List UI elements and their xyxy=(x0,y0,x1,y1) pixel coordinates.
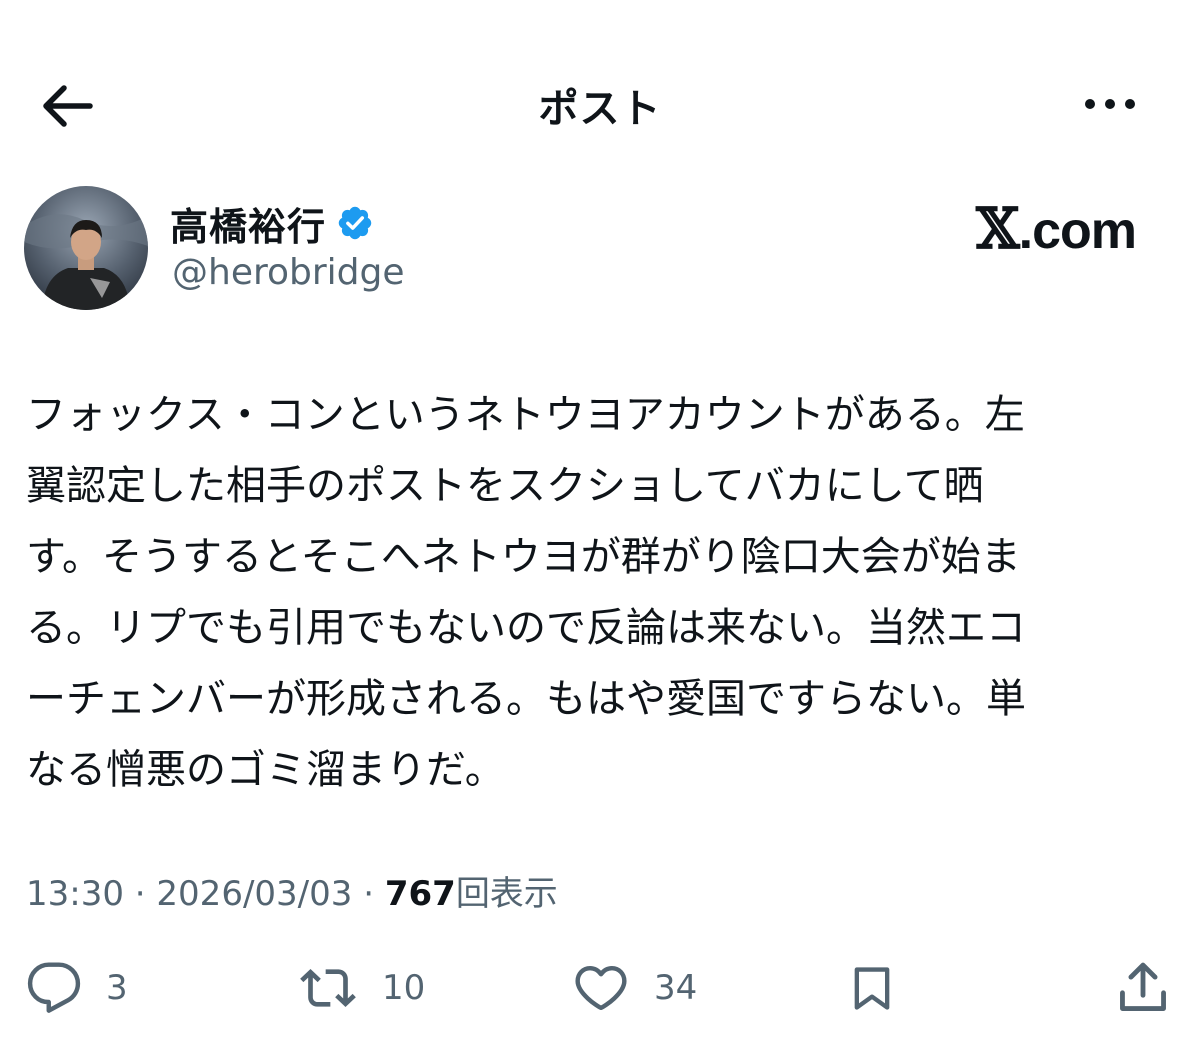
like-button[interactable]: 34 xyxy=(572,958,697,1018)
views-label: 回表示 xyxy=(455,874,558,914)
bookmark-button[interactable] xyxy=(846,958,898,1018)
views-count: 767 xyxy=(384,874,456,914)
more-button[interactable] xyxy=(1082,92,1142,116)
bookmark-icon xyxy=(854,967,890,1010)
post-text-line: なる憎悪のゴミ溜まりだ。 xyxy=(26,747,505,793)
author-name-row: 高橋裕行 xyxy=(170,196,374,251)
post-text: フォックス・コンというネトウヨアカウントがある。左 翼認定した相手のポストをスク… xyxy=(26,380,1166,806)
meta-separator: · xyxy=(363,874,375,914)
share-button[interactable] xyxy=(1114,958,1172,1018)
action-bar: 3 10 34 xyxy=(0,950,1200,1030)
top-bar: ポスト xyxy=(0,0,1200,200)
post-meta: 13:30 · 2026/03/03 · 767回表示 xyxy=(26,866,558,915)
verified-badge-icon xyxy=(336,204,374,242)
post-text-line: フォックス・コンというネトウヨアカウントがある。左 xyxy=(26,392,1025,438)
x-logo-icon: 𝕏 xyxy=(976,196,1019,262)
post-date[interactable]: 2026/03/03 xyxy=(156,874,352,914)
reply-button[interactable]: 3 xyxy=(26,958,128,1018)
reply-count: 3 xyxy=(106,968,128,1008)
like-count: 34 xyxy=(654,968,698,1008)
repost-icon xyxy=(300,969,356,1007)
brand-domain: .com xyxy=(1018,202,1137,260)
post-text-line: す。そうするとそこへネトウヨが群がり陰口大会が始ま xyxy=(26,534,1021,580)
author-name[interactable]: 高橋裕行 xyxy=(170,196,326,251)
repost-button[interactable]: 10 xyxy=(298,958,425,1018)
post-text-line: 翼認定した相手のポストをスクショしてバカにして晒 xyxy=(26,463,984,509)
avatar[interactable] xyxy=(24,186,148,310)
x-brand-watermark: 𝕏.com xyxy=(976,196,1137,262)
reply-icon xyxy=(27,962,81,1013)
share-icon xyxy=(1120,962,1166,1011)
post-text-line: る。リプでも引用でもないので反論は来ない。当然エコ xyxy=(26,605,1026,651)
more-horizontal-icon xyxy=(1085,99,1135,109)
heart-icon xyxy=(575,965,627,1011)
meta-separator: · xyxy=(134,874,146,914)
author-handle[interactable]: @herobridge xyxy=(172,252,405,293)
post-time[interactable]: 13:30 xyxy=(26,874,124,914)
repost-count: 10 xyxy=(382,968,426,1008)
avatar-image xyxy=(24,186,148,310)
page-title: ポスト xyxy=(538,86,662,132)
post-text-line: ーチェンバーが形成される。もはや愛国ですらない。単 xyxy=(26,676,1026,722)
